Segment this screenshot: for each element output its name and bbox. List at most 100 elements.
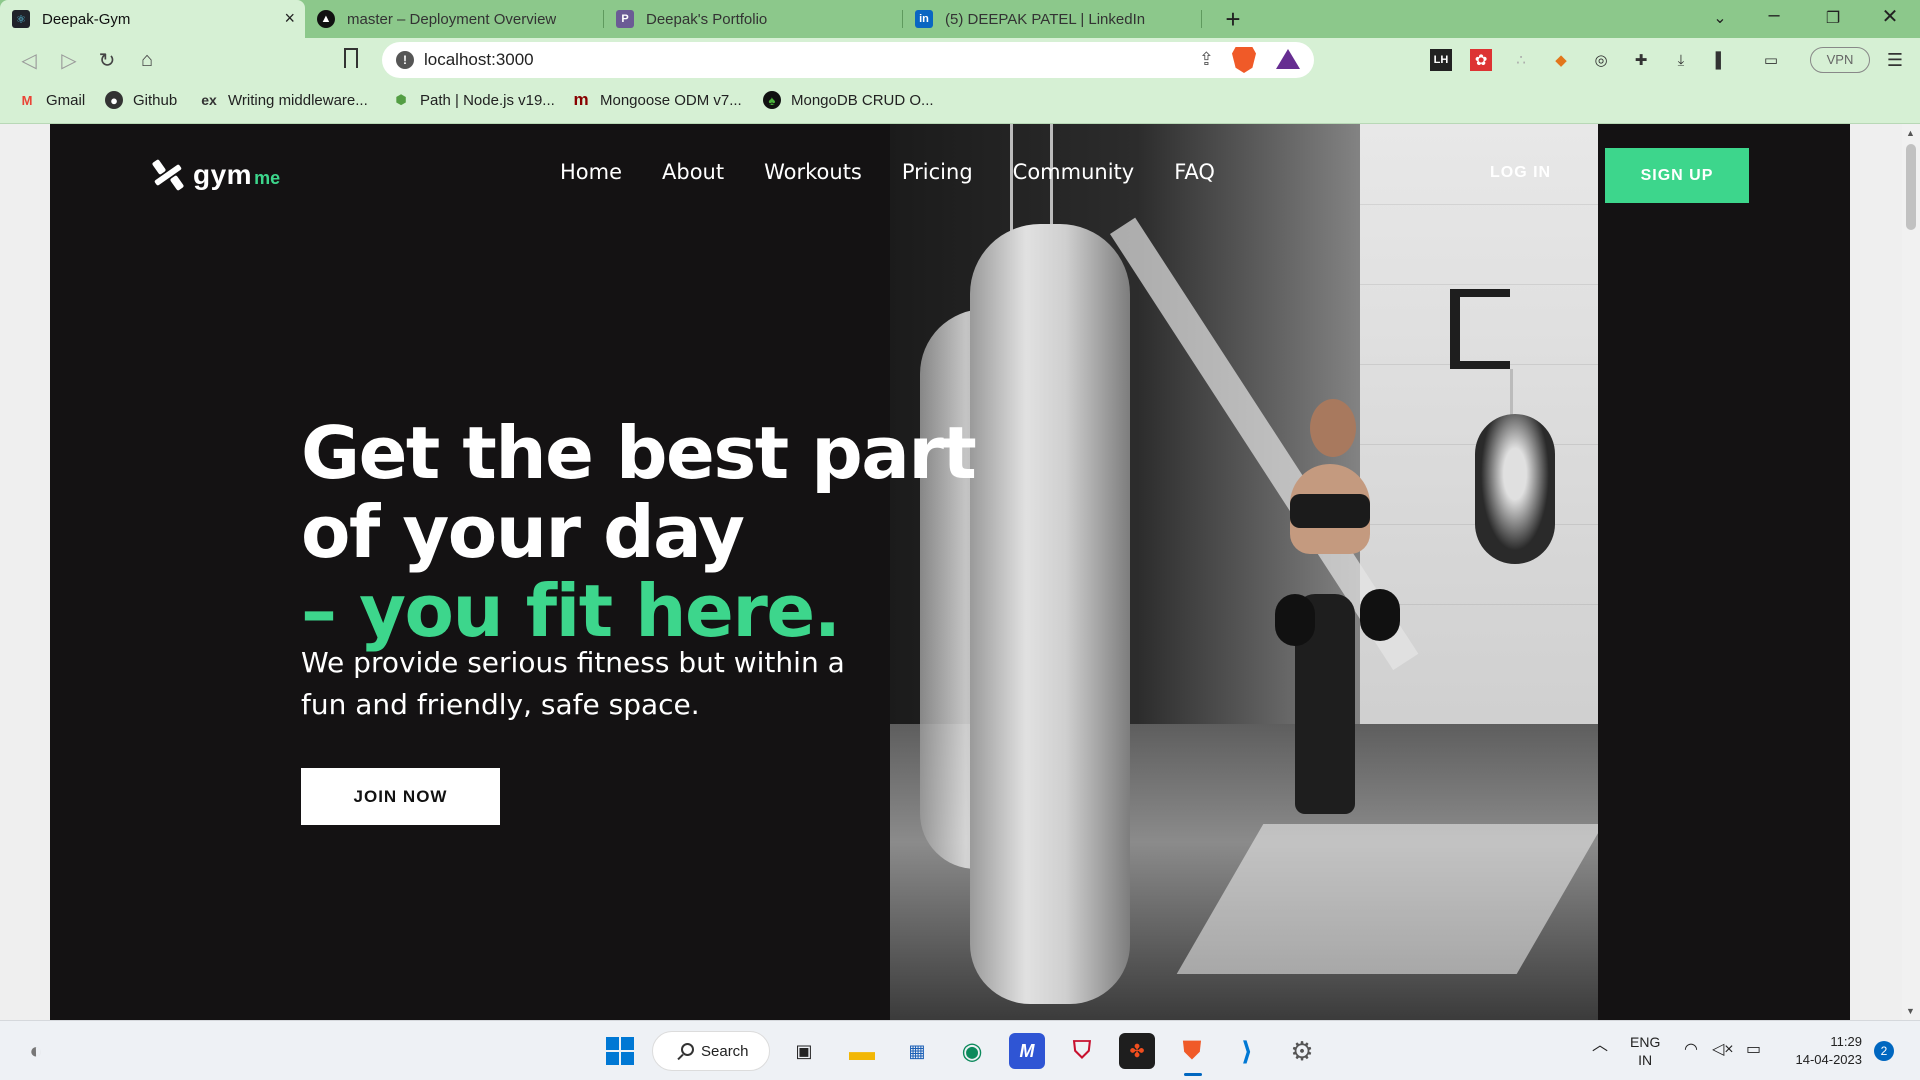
close-tab-icon[interactable]: × [284,8,295,29]
scroll-up-icon[interactable]: ▲ [1906,128,1915,138]
wallet-icon[interactable]: ▭ [1760,49,1782,71]
join-now-button[interactable]: JOIN NOW [301,768,500,825]
nav-community[interactable]: Community [1013,160,1135,184]
tab-deepak-gym[interactable]: ⚛ Deepak-Gym × [0,0,305,38]
scroll-down-icon[interactable]: ▼ [1906,1006,1915,1016]
clock-date: 14-04-2023 [1795,1052,1863,1067]
bookmark-label: Writing middleware... [228,91,368,109]
hero-title-line-1: Get the best part [301,411,977,495]
taskbar-search-label: Search [701,1042,749,1060]
settings-gear-icon[interactable]: ⚙ [1284,1033,1320,1069]
tab-portfolio[interactable]: P Deepak's Portfolio [604,0,902,38]
new-tab-icon[interactable]: + [1218,4,1248,35]
forward-icon[interactable]: ▷ [54,46,84,74]
portfolio-icon: P [616,10,634,28]
figma-icon[interactable]: ✤ [1119,1033,1155,1069]
bookmark-github[interactable]: ● Github [105,91,177,109]
downloads-icon[interactable]: ⤓ [1670,49,1692,71]
bookmarks-bar: M Gmail ● Github ex Writing middleware..… [0,82,1920,124]
photo-brick-line [1360,204,1598,205]
sidebar-icon[interactable]: ▌ [1710,49,1732,71]
close-window-icon[interactable]: ✕ [1870,4,1910,29]
battery-icon[interactable]: ▭ [1746,1041,1761,1059]
logo-text: gym [193,159,253,190]
minimize-icon[interactable]: – [1754,4,1794,27]
tab-linkedin[interactable]: in (5) DEEPAK PATEL | LinkedIn [903,0,1201,38]
home-icon[interactable]: ⌂ [132,46,162,74]
tab-label: master – Deployment Overview [347,10,557,28]
page-scrollbar[interactable]: ▲ ▼ [1902,124,1920,1020]
bookmark-express[interactable]: ex Writing middleware... [200,91,368,109]
address-bar[interactable]: ! localhost:3000 ⇪ [382,42,1314,78]
menu-icon[interactable]: ☰ [1884,49,1906,71]
share-icon[interactable]: ⇪ [1199,49,1214,70]
microsoft-store-icon[interactable]: ▦ [899,1033,935,1069]
bookmark-mongodb[interactable]: ♠ MongoDB CRUD O... [763,91,934,109]
address-text[interactable]: localhost:3000 [424,50,534,70]
photo-boxing-glove [1360,589,1400,641]
tab-deployment-overview[interactable]: ▲ master – Deployment Overview [305,0,603,38]
language-indicator[interactable]: ENG IN [1630,1033,1660,1069]
search-icon [681,1043,694,1056]
back-icon[interactable]: ◁ [14,46,44,74]
windows-start-icon[interactable] [602,1033,638,1069]
nav-faq[interactable]: FAQ [1174,160,1215,184]
clock[interactable]: 11:29 14-04-2023 [1782,1033,1863,1069]
gym-landing-page: gym me Home About Workouts Pricing Commu… [50,124,1850,1020]
browser-toolbar: ◁ ▷ ↻ ⌂ ! localhost:3000 ⇪ LH ✿ ∴ ◆ ◎ ✚ … [0,38,1920,82]
bookmark-page-icon[interactable] [344,48,358,74]
extension-icon[interactable]: ◎ [1590,49,1612,71]
show-hidden-icons-chevron-icon[interactable]: ︿ [1592,1037,1608,1055]
metamask-icon[interactable]: ◆ [1550,49,1572,71]
scrollbar-thumb[interactable] [1906,144,1916,230]
widgets-icon[interactable]: ◐ [18,1033,54,1069]
hero-title: Get the best part of your day – you fit … [301,411,977,651]
bookmark-gmail[interactable]: M Gmail [18,91,86,109]
edge-icon[interactable]: ◉ [954,1033,990,1069]
nav-home[interactable]: Home [560,160,622,184]
tab-label: (5) DEEPAK PATEL | LinkedIn [945,10,1146,28]
region-code: IN [1638,1052,1653,1068]
lighthouse-extension-icon[interactable]: LH [1430,49,1452,71]
vercel-icon: ▲ [317,10,335,28]
volume-muted-icon[interactable]: ◁× [1712,1041,1734,1059]
react-icon: ⚛ [12,10,30,28]
vpn-button[interactable]: VPN [1810,47,1870,73]
site-logo[interactable]: gym me [151,158,280,192]
mongoose-icon: m [573,90,589,109]
taskbar-search[interactable]: Search [652,1031,770,1071]
extensions-puzzle-icon[interactable]: ✚ [1630,49,1652,71]
logo-suffix: me [254,167,281,188]
tab-search-chevron-icon[interactable]: ⌄ [1700,8,1740,28]
github-icon: ● [105,91,123,109]
site-info-icon[interactable]: ! [396,51,414,69]
restore-icon[interactable]: ❐ [1813,8,1853,28]
tab-strip: ⚛ Deepak-Gym × ▲ master – Deployment Ove… [0,0,1920,38]
hero-subtitle: We provide serious fitness but within a … [301,646,845,721]
extension-icon[interactable]: ✿ [1470,49,1492,71]
extension-icon[interactable]: ∴ [1510,49,1532,71]
wifi-icon[interactable]: ◠ [1684,1041,1698,1059]
nav-pricing[interactable]: Pricing [902,160,973,184]
task-view-icon[interactable]: ▣ [786,1033,822,1069]
bookmark-label: Mongoose ODM v7... [600,91,742,109]
bookmark-nodejs[interactable]: ⬢ Path | Node.js v19... [392,91,555,109]
nav-about[interactable]: About [662,160,724,184]
file-explorer-icon[interactable]: ▬ [844,1033,880,1069]
brave-browser-icon[interactable]: ⛊ [1174,1033,1210,1069]
os-taskbar: ◐ Search ▣ ▬ ▦ ◉ M ⛉ ✤ ⛊ ⟩ ⚙ ︿ ENG IN ◠ … [0,1020,1920,1080]
mcafee-icon[interactable]: ⛉ [1064,1033,1100,1069]
brave-rewards-icon[interactable] [1276,49,1300,69]
login-button[interactable]: LOG IN [1490,164,1551,182]
nav-workouts[interactable]: Workouts [764,160,862,184]
vscode-icon[interactable]: ⟩ [1229,1033,1265,1069]
reload-icon[interactable]: ↻ [92,46,122,74]
bookmark-mongoose[interactable]: m Mongoose ODM v7... [572,90,742,109]
gmail-icon: M [21,92,33,108]
signup-button[interactable]: SIGN UP [1605,148,1749,203]
app-icon[interactable]: M [1009,1033,1045,1069]
notification-badge[interactable]: 2 [1874,1041,1894,1061]
bookmark-label: Gmail [46,91,86,109]
mongodb-icon: ♠ [763,91,781,109]
brave-shields-icon[interactable] [1232,47,1256,73]
